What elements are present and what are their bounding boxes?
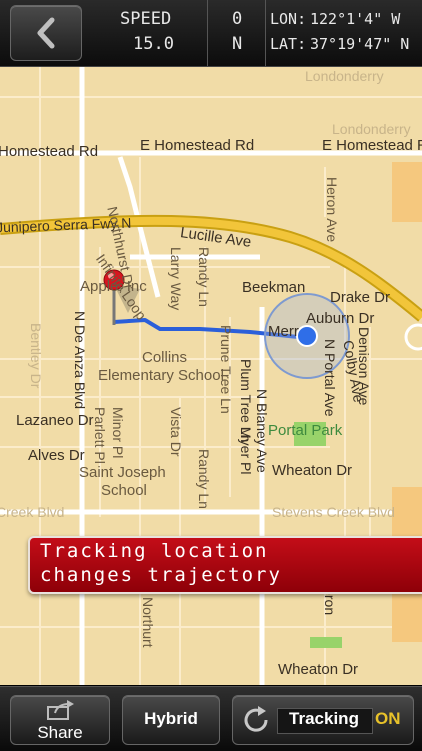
banner-line-2: changes trajectory — [40, 564, 282, 586]
heading-value: 0 — [232, 9, 243, 29]
map-label: Drake Dr — [330, 289, 391, 306]
map-label: Northurt — [140, 597, 156, 648]
map-label: Bentley Dr — [28, 323, 44, 389]
share-button[interactable]: Share — [10, 695, 110, 745]
feature-banner: Tracking location changes trajectory — [28, 536, 422, 594]
map-label: Homestead Rd — [0, 143, 99, 160]
map-label: Wheaton Dr — [272, 462, 353, 479]
map-label: N De Anza Blvd — [72, 311, 88, 410]
map-label: Merr — [268, 323, 299, 340]
map-label: Beekman — [242, 279, 306, 296]
share-icon — [47, 700, 74, 720]
divider — [265, 0, 266, 66]
back-button[interactable] — [10, 5, 82, 61]
heading-direction: N — [232, 34, 243, 54]
map-label: Londonderry — [305, 68, 384, 84]
map-label: Stevens Creek Blvd — [272, 504, 395, 520]
hybrid-button[interactable]: Hybrid — [122, 695, 220, 745]
map-label: Parlett Pl — [92, 407, 108, 464]
map-label: Portal Park — [268, 422, 343, 439]
map-label: Saint Joseph — [79, 464, 166, 481]
latitude-label: LAT: — [270, 35, 307, 53]
longitude-value: 122°1'4" W — [310, 10, 401, 28]
map-label: Alves Dr — [28, 447, 85, 464]
map-label: Apple, Inc — [80, 278, 147, 295]
map-label: N Portal Ave — [322, 339, 338, 417]
longitude-label: LON: — [270, 10, 307, 28]
refresh-icon — [244, 706, 268, 732]
speed-label: SPEED — [120, 9, 172, 29]
map-label: Vista Dr — [168, 407, 184, 457]
banner-line-1: Tracking location — [40, 540, 269, 562]
map-label: Randy Ln — [196, 247, 212, 307]
current-location-icon — [296, 325, 318, 347]
map-label: Minor Pl — [110, 407, 126, 459]
map-label: Heron Ave — [324, 177, 340, 243]
latitude-value: 37°19'47" N — [310, 35, 410, 53]
speed-value: 15.0 — [133, 34, 174, 54]
status-bar: SPEED 15.0 0 N LON: 122°1'4" W LAT: 37°1… — [0, 0, 422, 67]
hybrid-label: Hybrid — [144, 709, 198, 728]
map-label: School — [101, 482, 147, 499]
map-label: Elementary School — [98, 367, 224, 384]
tracking-toggle[interactable]: Tracking ON — [232, 695, 414, 745]
map-label: Myer Pl — [238, 427, 254, 475]
chevron-left-icon — [37, 17, 55, 49]
map-label: Lazaneo Dr — [16, 412, 94, 429]
map-label: Auburn Dr — [306, 310, 375, 327]
map-label: Randy Ln — [196, 449, 212, 509]
tracking-state: ON — [375, 709, 401, 728]
divider — [207, 0, 208, 66]
map-label: Collins — [142, 349, 188, 366]
map-label: Londonderry — [332, 121, 411, 137]
bottom-toolbar: Share Hybrid Tracking ON — [0, 686, 422, 751]
map-label: Larry Way — [168, 247, 184, 311]
map-label: Creek Blvd — [0, 504, 65, 520]
map-label: E Homestead Rd — [140, 137, 255, 154]
map-label: E Homestead Rd — [322, 137, 422, 154]
map-label: Wheaton Dr — [278, 661, 359, 678]
tracking-label: Tracking — [289, 709, 359, 728]
share-label: Share — [37, 723, 83, 742]
map-label: Prune Tree Ln — [218, 325, 234, 414]
